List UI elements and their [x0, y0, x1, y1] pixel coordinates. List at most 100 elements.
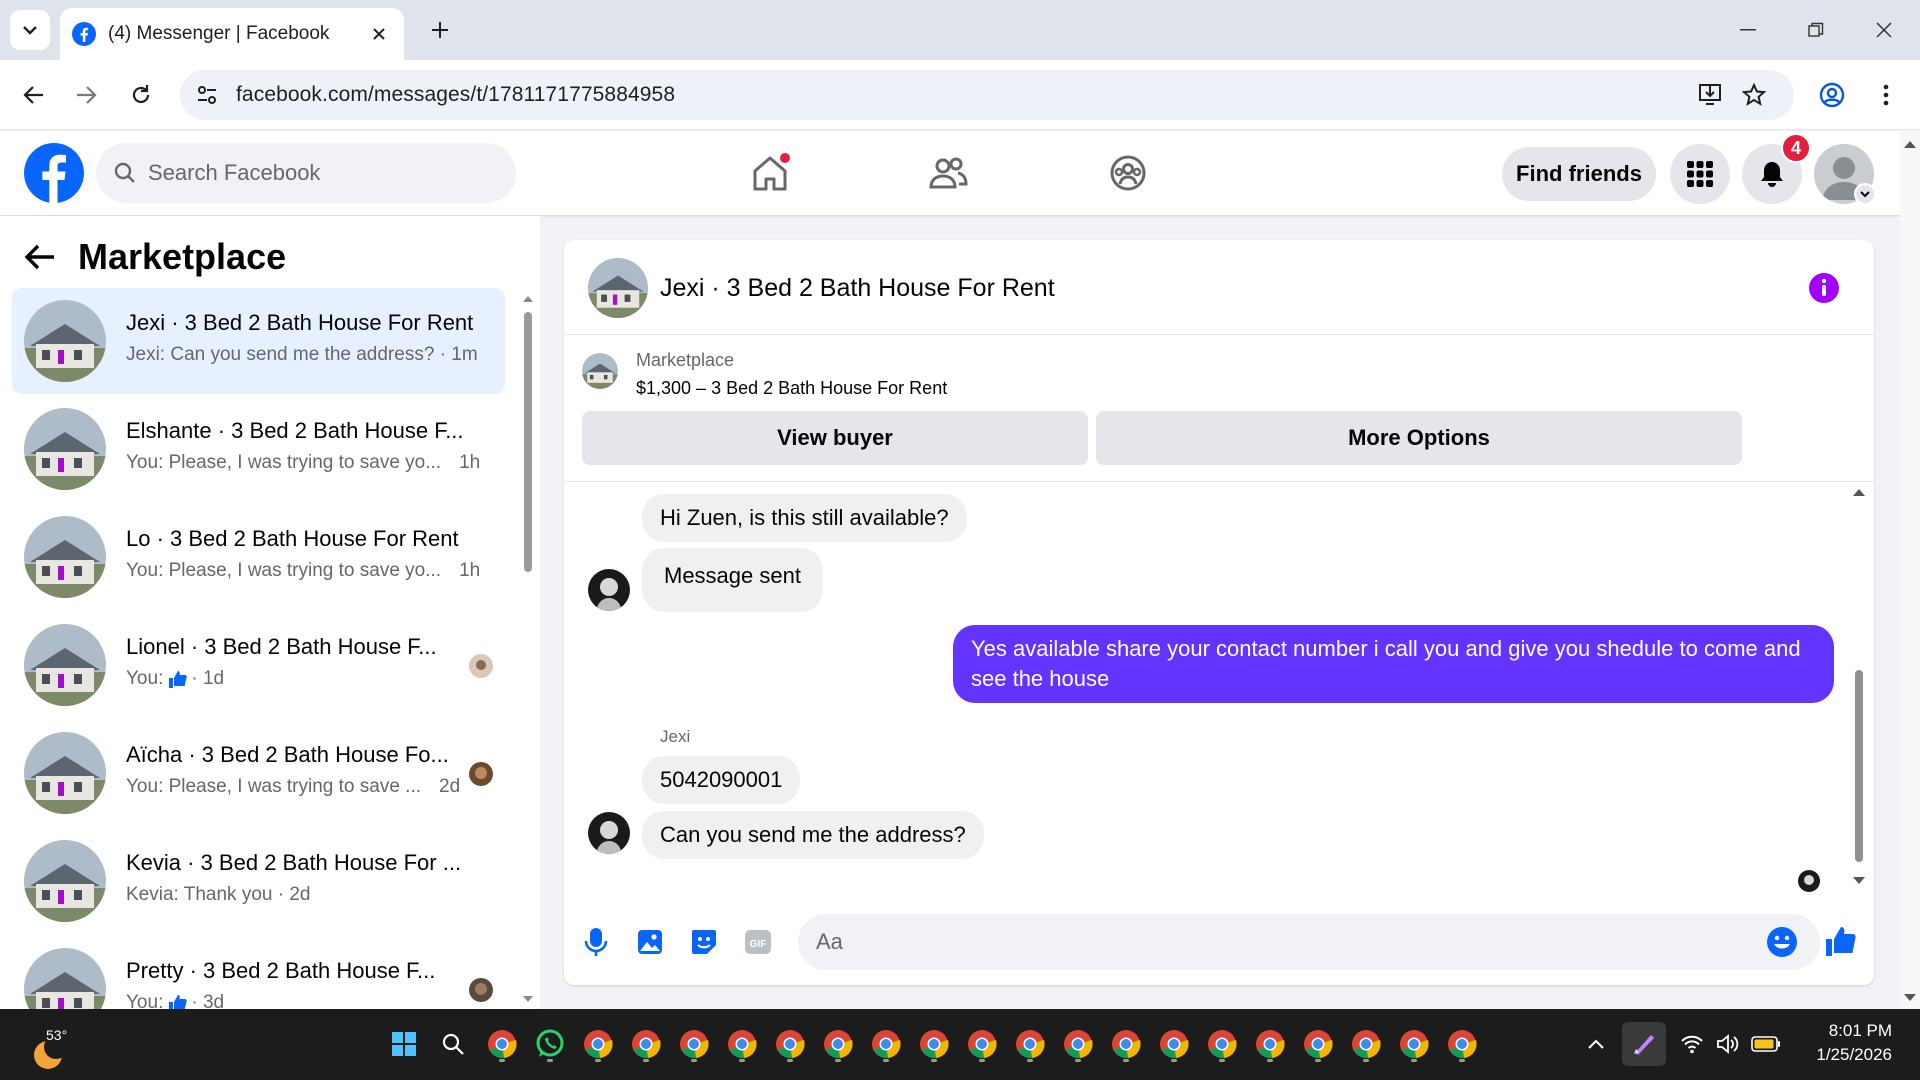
- taskbar-chrome[interactable]: [1152, 1022, 1196, 1066]
- chrome-icon: [584, 1030, 613, 1059]
- taskbar-chrome[interactable]: [720, 1022, 764, 1066]
- sidebar-scrollbar[interactable]: [521, 292, 535, 1006]
- thumbs-up-icon: [1826, 927, 1856, 956]
- taskbar-chrome[interactable]: [1344, 1022, 1388, 1066]
- conversation-preview: You: · 1d: [126, 668, 225, 689]
- chrome-icon: [1064, 1030, 1093, 1059]
- find-friends-button[interactable]: Find friends: [1502, 147, 1656, 201]
- taskbar-chrome[interactable]: [1056, 1022, 1100, 1066]
- voice-clip-button[interactable]: [578, 924, 614, 960]
- forward-button[interactable]: [64, 73, 108, 117]
- message-input[interactable]: [798, 914, 1820, 970]
- taskbar-chrome[interactable]: [1440, 1022, 1484, 1066]
- new-tab-button[interactable]: [424, 14, 456, 46]
- attach-photo-button[interactable]: [632, 924, 668, 960]
- system-clock[interactable]: 8:01 PM 1/25/2026: [1800, 1019, 1892, 1067]
- taskbar-chrome[interactable]: [768, 1022, 812, 1066]
- profile-button[interactable]: [1810, 73, 1854, 117]
- chat-title[interactable]: Jexi · 3 Bed 2 Bath House For Rent: [660, 274, 1055, 303]
- search-input[interactable]: [148, 160, 488, 186]
- taskbar-chrome[interactable]: [1296, 1022, 1340, 1066]
- close-window-button[interactable]: [1864, 12, 1904, 48]
- emoji-button[interactable]: [1764, 924, 1800, 960]
- pen-icon: [1634, 1035, 1654, 1055]
- taskbar-chrome[interactable]: [1200, 1022, 1244, 1066]
- listing-thumbnail: [24, 300, 106, 382]
- taskbar-chrome[interactable]: [912, 1022, 956, 1066]
- message-scrollbar[interactable]: [1852, 484, 1866, 894]
- listing-price[interactable]: $1,300 – 3 Bed 2 Bath House For Rent: [636, 378, 947, 399]
- message-bubble[interactable]: Hi Zuen, is this still available?: [642, 494, 967, 542]
- page-scrollbar[interactable]: [1900, 131, 1920, 1009]
- install-app-icon[interactable]: [1698, 83, 1724, 107]
- bookmark-star-icon[interactable]: [1742, 83, 1766, 107]
- chat-panel: Jexi · 3 Bed 2 Bath House For Rent Marke…: [564, 240, 1874, 985]
- message-bubble[interactable]: Message sent: [642, 548, 823, 612]
- seen-avatar: [469, 654, 493, 678]
- listing-thumbnail: [582, 353, 618, 389]
- conversation-item[interactable]: Jexi · 3 Bed 2 Bath House For Rent Jexi:…: [12, 288, 505, 394]
- reload-button[interactable]: [119, 73, 163, 117]
- taskbar-chrome[interactable]: [816, 1022, 860, 1066]
- taskbar-chrome[interactable]: [576, 1022, 620, 1066]
- chat-avatar[interactable]: [588, 258, 648, 318]
- browser-menu-button[interactable]: [1864, 73, 1908, 117]
- pen-menu-button[interactable]: [1622, 1022, 1666, 1066]
- back-button[interactable]: [12, 73, 56, 117]
- tab-search-button[interactable]: [10, 10, 50, 50]
- conversation-item[interactable]: Aïcha · 3 Bed 2 Bath House Fo... You: Pl…: [12, 720, 505, 826]
- emoji-icon: [1767, 927, 1797, 957]
- taskbar-chrome[interactable]: [864, 1022, 908, 1066]
- address-bar[interactable]: facebook.com/messages/t/1781171775884958: [180, 70, 1794, 120]
- back-arrow-icon[interactable]: [24, 243, 56, 271]
- conversation-preview: Kevia: Thank you · 2d: [126, 884, 311, 905]
- message-bubble[interactable]: Can you send me the address?: [642, 811, 984, 859]
- taskbar-chrome[interactable]: [960, 1022, 1004, 1066]
- taskbar-chrome[interactable]: [1392, 1022, 1436, 1066]
- running-indicator: [1315, 1059, 1321, 1062]
- more-options-button[interactable]: More Options: [1096, 411, 1742, 465]
- view-buyer-button[interactable]: View buyer: [582, 411, 1088, 465]
- conversation-preview: You: · 3d: [126, 992, 224, 1009]
- minimize-button[interactable]: [1728, 12, 1768, 48]
- browser-tab[interactable]: (4) Messenger | Facebook: [60, 8, 404, 60]
- taskbar-chrome[interactable]: [672, 1022, 716, 1066]
- menu-button[interactable]: [1670, 144, 1730, 204]
- start-button[interactable]: [382, 1022, 426, 1066]
- taskbar-chrome[interactable]: [1104, 1022, 1148, 1066]
- close-tab-icon[interactable]: [366, 21, 392, 47]
- conversation-item[interactable]: Elshante · 3 Bed 2 Bath House F... You: …: [12, 396, 505, 502]
- conversation-item[interactable]: Kevia · 3 Bed 2 Bath House For ... Kevia…: [12, 828, 505, 934]
- taskbar-whatsapp[interactable]: [528, 1022, 572, 1066]
- sticker-button[interactable]: [686, 924, 722, 960]
- weather-widget[interactable]: 53°: [28, 1015, 88, 1075]
- gif-button[interactable]: GIF: [740, 924, 776, 960]
- running-indicator: [499, 1059, 505, 1062]
- conversation-item[interactable]: Lionel · 3 Bed 2 Bath House F... You: · 1…: [12, 612, 505, 718]
- taskbar-search-button[interactable]: [431, 1022, 475, 1066]
- restore-button[interactable]: [1796, 12, 1836, 48]
- facebook-logo[interactable]: [24, 143, 84, 203]
- conversation-item[interactable]: Pretty · 3 Bed 2 Bath House F... You: · 3…: [12, 936, 505, 1009]
- info-icon[interactable]: [1808, 272, 1840, 304]
- facebook-search[interactable]: [96, 143, 516, 203]
- account-dropdown[interactable]: [1854, 183, 1876, 205]
- taskbar-chrome[interactable]: [624, 1022, 668, 1066]
- battery-status[interactable]: [1744, 1022, 1788, 1066]
- nav-friends[interactable]: [916, 141, 980, 205]
- show-hidden-icons-button[interactable]: [1574, 1022, 1618, 1066]
- chrome-icon: [680, 1030, 709, 1059]
- nav-groups[interactable]: [1096, 141, 1160, 205]
- conversation-name: Aïcha · 3 Bed 2 Bath House Fo...: [126, 742, 449, 767]
- nav-home[interactable]: [738, 141, 802, 205]
- like-send-button[interactable]: [1822, 924, 1858, 960]
- message-bubble[interactable]: 5042090001: [642, 756, 801, 804]
- taskbar-chrome[interactable]: [1008, 1022, 1052, 1066]
- my-message-bubble[interactable]: Yes available share your contact number …: [953, 625, 1834, 703]
- taskbar-chrome[interactable]: [480, 1022, 524, 1066]
- running-indicator: [739, 1059, 745, 1062]
- thumbs-up-icon: [169, 671, 188, 688]
- conversation-item[interactable]: Lo · 3 Bed 2 Bath House For Rent You: Pl…: [12, 504, 505, 610]
- taskbar-chrome[interactable]: [1248, 1022, 1292, 1066]
- site-settings-icon[interactable]: [196, 84, 218, 106]
